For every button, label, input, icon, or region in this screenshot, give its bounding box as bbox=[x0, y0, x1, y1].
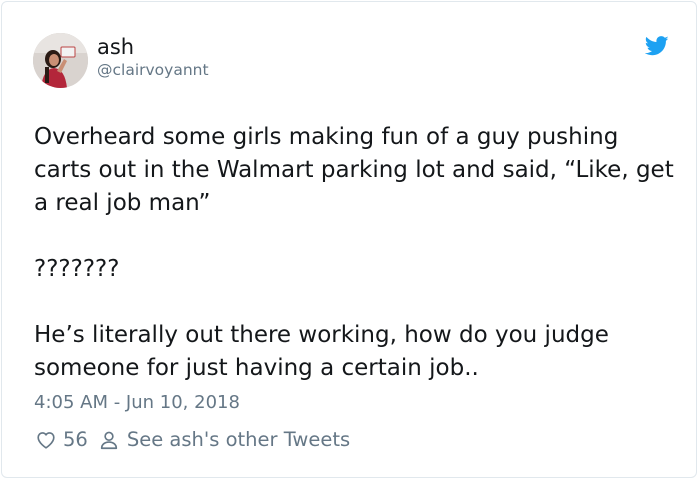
heart-icon[interactable] bbox=[35, 429, 57, 451]
display-name[interactable]: ash bbox=[97, 34, 134, 60]
see-other-tweets-link[interactable]: See ash's other Tweets bbox=[127, 427, 350, 453]
tweet-paragraph: ??????? bbox=[34, 256, 120, 282]
user-handle[interactable]: @clairvoyannt bbox=[97, 60, 209, 80]
tweet-actions: 56 See ash's other Tweets bbox=[35, 427, 350, 453]
tweet-paragraph: Overheard some girls making fun of a guy… bbox=[34, 124, 674, 216]
tweet-paragraph: He’s literally out there working, how do… bbox=[34, 322, 609, 381]
tweet-text: Overheard some girls making fun of a guy… bbox=[34, 121, 674, 385]
like-count[interactable]: 56 bbox=[63, 427, 88, 453]
twitter-bird-icon[interactable] bbox=[644, 36, 669, 56]
avatar[interactable] bbox=[33, 33, 88, 88]
person-icon[interactable] bbox=[98, 429, 120, 451]
tweet-timestamp[interactable]: 4:05 AM - Jun 10, 2018 bbox=[34, 391, 240, 415]
tweet-card: ash @clairvoyannt Overheard some girls m… bbox=[1, 1, 697, 478]
profile-photo bbox=[33, 33, 88, 88]
